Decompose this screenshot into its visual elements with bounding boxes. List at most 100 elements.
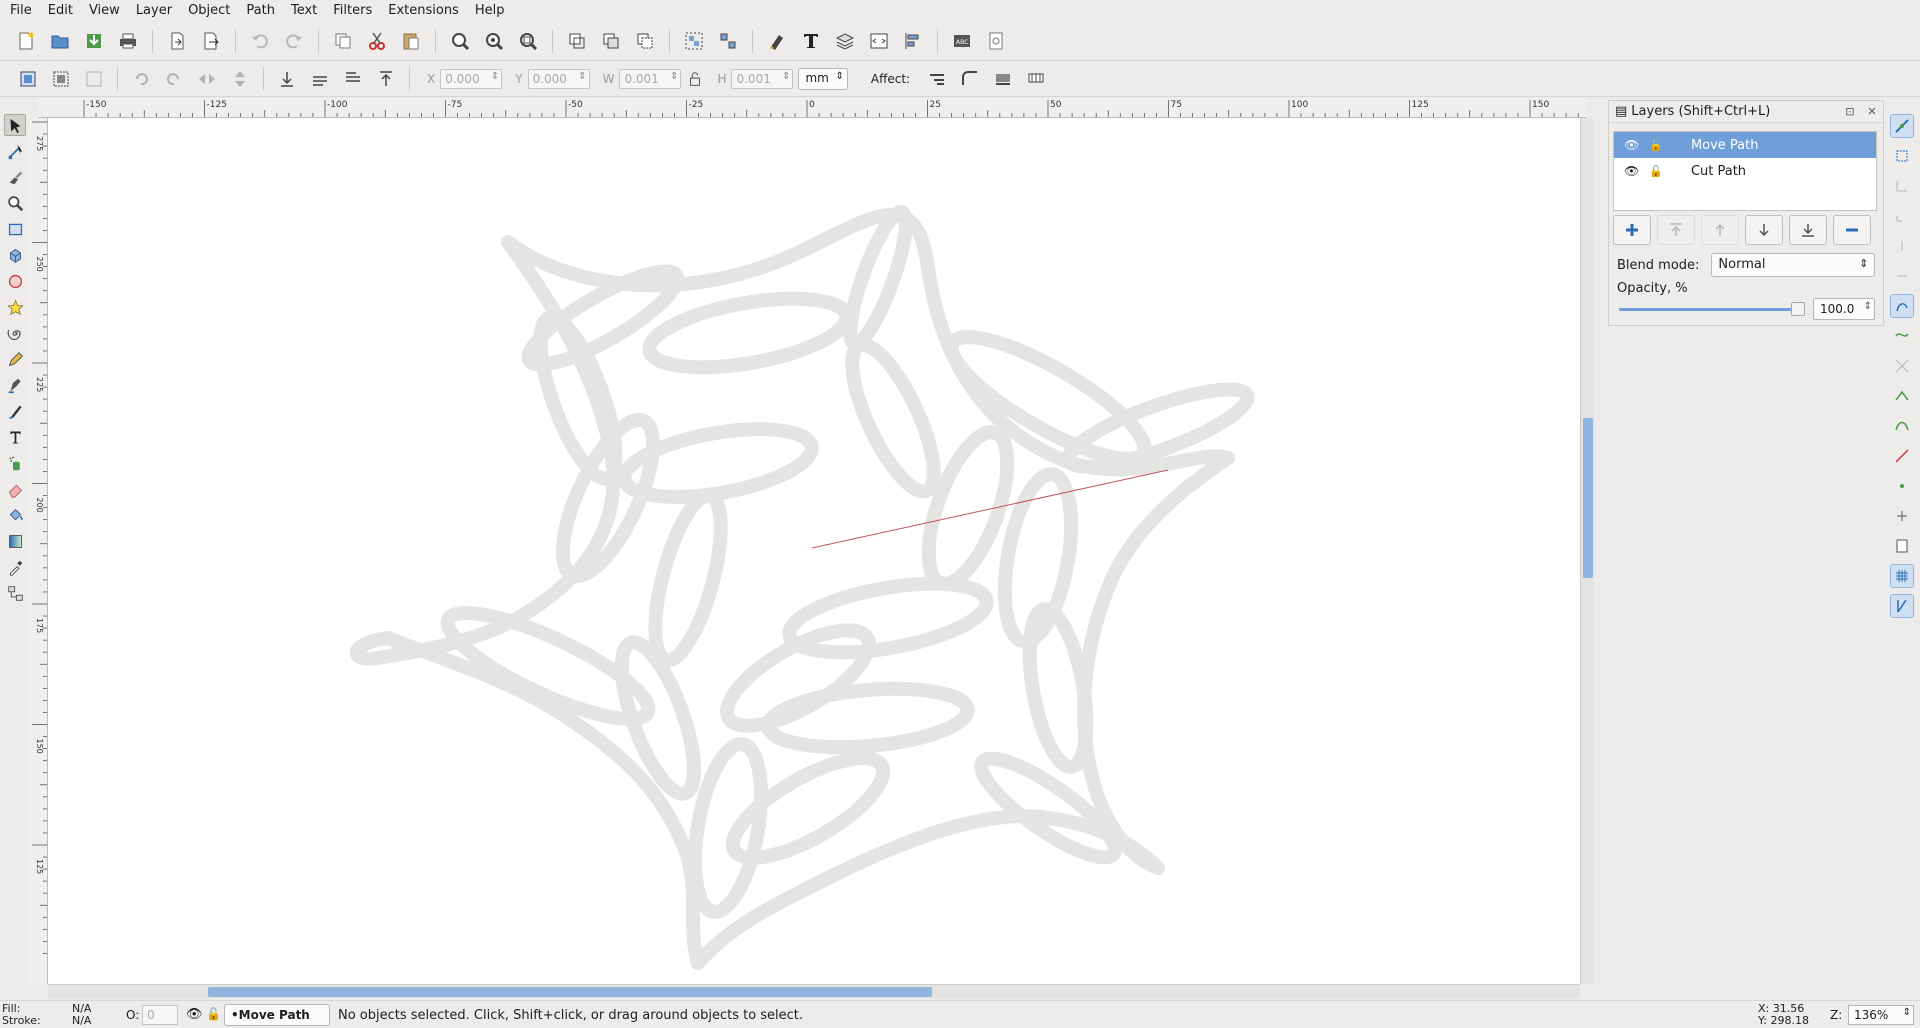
print-icon[interactable]: [114, 27, 142, 55]
paint-bucket-tool-icon[interactable]: [4, 504, 26, 526]
unlock-icon[interactable]: 🔓: [1649, 165, 1663, 178]
cut-icon[interactable]: [363, 27, 391, 55]
flip-vertical-icon[interactable]: [226, 65, 254, 93]
snap-bbox-icon[interactable]: [1890, 144, 1914, 168]
lower-layer-to-bottom-button[interactable]: [1789, 215, 1827, 245]
zoom-page-icon[interactable]: [514, 27, 542, 55]
copy-icon[interactable]: [329, 27, 357, 55]
export-icon[interactable]: [197, 27, 225, 55]
text-tool-icon[interactable]: [4, 426, 26, 448]
connector-tool-icon[interactable]: [4, 582, 26, 604]
deselect-icon[interactable]: [80, 65, 108, 93]
document-properties-icon[interactable]: ABC: [948, 27, 976, 55]
lower-icon[interactable]: [306, 65, 334, 93]
snap-guides-icon[interactable]: [1890, 594, 1914, 618]
spiral-tool-icon[interactable]: [4, 322, 26, 344]
text-icon[interactable]: [797, 27, 825, 55]
xml-editor-icon[interactable]: [865, 27, 893, 55]
dropper-tool-icon[interactable]: [4, 556, 26, 578]
rotate-cw-icon[interactable]: [160, 65, 188, 93]
zoom-input[interactable]: 136%: [1848, 1005, 1914, 1025]
eye-icon[interactable]: 👁: [1624, 138, 1639, 152]
layer-visibility-icon[interactable]: 👁: [186, 1007, 203, 1022]
fill-stroke-icon[interactable]: [763, 27, 791, 55]
menu-filters[interactable]: Filters: [325, 0, 380, 22]
unlink-clone-icon[interactable]: [631, 27, 659, 55]
raise-to-top-icon[interactable]: [372, 65, 400, 93]
snap-cusp-nodes-icon[interactable]: [1890, 384, 1914, 408]
horizontal-scroll-thumb[interactable]: [208, 987, 932, 997]
menu-object[interactable]: Object: [180, 0, 238, 22]
snap-smooth-nodes-icon[interactable]: [1890, 414, 1914, 438]
transform-patterns-icon[interactable]: [1022, 65, 1050, 93]
layer-lock-icon[interactable]: 🔓: [206, 1007, 221, 1021]
snap-to-paths-icon[interactable]: [1890, 324, 1914, 348]
menu-text[interactable]: Text: [283, 0, 325, 22]
snap-bbox-edges-icon[interactable]: [1890, 174, 1914, 198]
select-all-icon[interactable]: [14, 65, 42, 93]
snap-bbox-midpoints-icon[interactable]: [1890, 234, 1914, 258]
menu-help[interactable]: Help: [467, 0, 513, 22]
y-input[interactable]: 0.000: [527, 69, 590, 89]
h-input[interactable]: 0.001: [731, 69, 794, 89]
open-icon[interactable]: [46, 27, 74, 55]
add-layer-button[interactable]: [1613, 215, 1651, 245]
raise-layer-to-top-button[interactable]: [1657, 215, 1695, 245]
snap-nodes-icon[interactable]: [1890, 294, 1914, 318]
lower-layer-button[interactable]: [1745, 215, 1783, 245]
vertical-scroll-thumb[interactable]: [1583, 418, 1593, 578]
blend-mode-select[interactable]: Normal: [1711, 253, 1876, 277]
iconify-icon[interactable]: ⊡: [1843, 105, 1857, 119]
snap-page-border-icon[interactable]: [1890, 534, 1914, 558]
unlock-icon[interactable]: 🔓: [1649, 139, 1663, 152]
select-all-layers-icon[interactable]: [47, 65, 75, 93]
snap-path-intersections-icon[interactable]: [1890, 354, 1914, 378]
close-icon[interactable]: ✕: [1865, 105, 1879, 119]
layers-icon[interactable]: [831, 27, 859, 55]
layer-row[interactable]: 👁 🔓 Move Path: [1614, 132, 1876, 158]
rosette-path[interactable]: [349, 205, 1255, 970]
3d-box-tool-icon[interactable]: [4, 244, 26, 266]
snap-bbox-corners-icon[interactable]: [1890, 204, 1914, 228]
gradient-tool-icon[interactable]: [4, 530, 26, 552]
selector-tool-icon[interactable]: [4, 114, 26, 136]
tweak-tool-icon[interactable]: [4, 166, 26, 188]
stroke-value[interactable]: N/A: [72, 1015, 91, 1027]
paste-icon[interactable]: [397, 27, 425, 55]
group-icon[interactable]: [680, 27, 708, 55]
menu-path[interactable]: Path: [238, 0, 283, 22]
menu-view[interactable]: View: [81, 0, 128, 22]
new-icon[interactable]: [12, 27, 40, 55]
snap-grid-icon[interactable]: [1890, 564, 1914, 588]
opacity-slider[interactable]: [1619, 301, 1809, 317]
opacity-input[interactable]: 100.0: [1813, 298, 1875, 320]
ungroup-icon[interactable]: [714, 27, 742, 55]
eraser-tool-icon[interactable]: [4, 478, 26, 500]
zoom-tool-icon[interactable]: [4, 192, 26, 214]
import-icon[interactable]: [163, 27, 191, 55]
current-layer-select[interactable]: •Move Path: [224, 1004, 330, 1026]
snap-rotation-centers-icon[interactable]: [1890, 504, 1914, 528]
enable-snapping-icon[interactable]: [1890, 114, 1914, 138]
flip-horizontal-icon[interactable]: [193, 65, 221, 93]
scale-corners-icon[interactable]: [956, 65, 984, 93]
pen-tool-icon[interactable]: [4, 374, 26, 396]
star-tool-icon[interactable]: [4, 296, 26, 318]
calligraphy-tool-icon[interactable]: [4, 400, 26, 422]
lower-to-bottom-icon[interactable]: [273, 65, 301, 93]
snap-bbox-centers-icon[interactable]: [1890, 264, 1914, 288]
snap-object-centers-icon[interactable]: [1890, 474, 1914, 498]
x-input[interactable]: 0.000: [440, 69, 503, 89]
preferences-icon[interactable]: [982, 27, 1010, 55]
raise-layer-button[interactable]: [1701, 215, 1739, 245]
zoom-selection-icon[interactable]: [446, 27, 474, 55]
menu-edit[interactable]: Edit: [40, 0, 81, 22]
spray-tool-icon[interactable]: [4, 452, 26, 474]
menu-layer[interactable]: Layer: [128, 0, 180, 22]
node-tool-icon[interactable]: [4, 140, 26, 162]
zoom-drawing-icon[interactable]: [480, 27, 508, 55]
rectangle-tool-icon[interactable]: [4, 218, 26, 240]
snap-midpoints-icon[interactable]: [1890, 444, 1914, 468]
raise-icon[interactable]: [339, 65, 367, 93]
menu-extensions[interactable]: Extensions: [380, 0, 467, 22]
